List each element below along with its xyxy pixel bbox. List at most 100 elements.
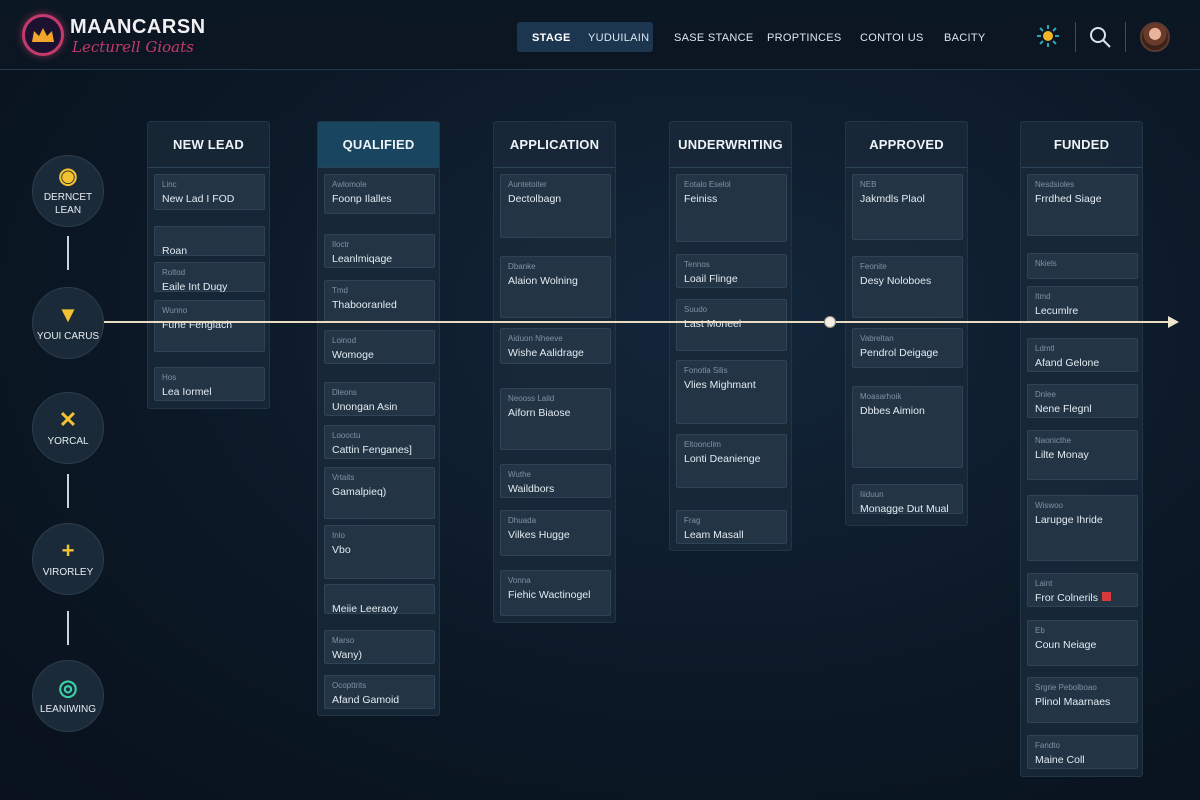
card-title: Foonp Ilalles: [332, 193, 392, 205]
crown-icon: [32, 28, 54, 42]
lead-card[interactable]: Moasarhoik Dbbes Aimion: [852, 386, 963, 468]
rail-node-leaniwing[interactable]: ◎ LEANIWING: [32, 660, 104, 732]
card-meta: Hos: [162, 373, 177, 382]
lead-card[interactable]: Vrtaits Gamalpieq): [324, 467, 435, 519]
column-header[interactable]: NEW LEAD: [148, 122, 269, 168]
lead-card[interactable]: Vabreltan Pendrol Deigage: [852, 328, 963, 368]
lead-card[interactable]: Eb Coun Neiage: [1027, 620, 1138, 666]
column-funded: FUNDED Nesdsioles Frrdhed Siage Nkiels Itmd L…: [1020, 121, 1143, 777]
lead-card[interactable]: Nkiels: [1027, 253, 1138, 279]
lead-card[interactable]: Fandto Maine Coll: [1027, 735, 1138, 769]
lead-card[interactable]: Itmd Lecumlre: [1027, 286, 1138, 322]
lead-card[interactable]: Dnlee Nene Flegnl: [1027, 384, 1138, 418]
lead-card[interactable]: Auntetoiter Dectolbagn: [500, 174, 611, 238]
lead-card[interactable]: Iiiduun Monagge Dut Mual: [852, 484, 963, 515]
card-title: Thabooranled: [332, 299, 397, 311]
card-meta: Ocopttrits: [332, 681, 367, 690]
rail-label: VIRORLEY: [42, 566, 94, 578]
card-meta: Dhuada: [508, 516, 537, 525]
lead-card[interactable]: Dleons Unongan Asin: [324, 382, 435, 416]
rail-connector: [67, 236, 69, 270]
search-icon[interactable]: [1088, 25, 1112, 49]
lead-card[interactable]: Feonite Desy Noloboes: [852, 256, 963, 318]
card-meta: NEB: [860, 180, 877, 189]
lead-card[interactable]: Ocopttrits Afand Gamoid: [324, 675, 435, 709]
column-header[interactable]: QUALIFIED: [318, 122, 439, 168]
rail-node-youi-carus[interactable]: ▼ YOUI CARUS: [32, 287, 104, 359]
lead-card[interactable]: Dbanke Alaion Wolning: [500, 256, 611, 318]
nav-item-contoi-us[interactable]: CONTOI US: [860, 32, 924, 44]
lead-card[interactable]: Ldmtl Afand Gelone: [1027, 338, 1138, 372]
lead-card[interactable]: Marso Wany): [324, 630, 435, 664]
target-icon: ◎: [58, 674, 78, 700]
lead-card[interactable]: Hos Lea Iormel: [154, 367, 265, 401]
card-title: Afand Gelone: [1035, 357, 1100, 369]
card-meta: Vrtaits: [332, 473, 355, 482]
lead-card[interactable]: Nesdsioles Frrdhed Siage: [1027, 174, 1138, 236]
card-meta: Frag: [684, 516, 701, 525]
timeline-handle[interactable]: [824, 316, 836, 328]
nav-item-yuduilain[interactable]: YUDUILAIN: [588, 32, 649, 44]
nav-item-stage[interactable]: STAGE: [532, 32, 571, 44]
lead-card[interactable]: Tmd Thabooranled: [324, 280, 435, 322]
lead-card[interactable]: Naonicthe Lilte Monay: [1027, 430, 1138, 480]
lead-card[interactable]: Aiduon Nheeve Wishe Aalidrage: [500, 328, 611, 364]
rail-connector: [67, 474, 69, 508]
column-header[interactable]: UNDERWRITING: [670, 122, 791, 168]
column-underwriting: UNDERWRITING Eotalo Eselol Feiniss Tennos Lo…: [669, 121, 792, 551]
lead-card[interactable]: Iloctr Leanlmiqage: [324, 234, 435, 268]
card-meta: Roltod: [162, 268, 186, 277]
lead-card[interactable]: Eltoonclim Lonti Deanienge: [676, 434, 787, 488]
lead-card[interactable]: Wiswoo Larupge Ihride: [1027, 495, 1138, 561]
column-header[interactable]: FUNDED: [1021, 122, 1142, 168]
lead-card[interactable]: Neooss Laild Aiforn Biaose: [500, 388, 611, 450]
card-title: Lecumlre: [1035, 305, 1079, 317]
column-header[interactable]: APPLICATION: [494, 122, 615, 168]
card-title: Meiie Leeraoy: [332, 603, 398, 615]
lead-card[interactable]: Loinod Womoge: [324, 330, 435, 364]
card-title: Lonti Deanienge: [684, 453, 761, 465]
rail-node-yorcal[interactable]: ✕ YORCAL: [32, 392, 104, 464]
lead-card[interactable]: Eotalo Eselol Feiniss: [676, 174, 787, 242]
card-meta: Vonna: [508, 576, 531, 585]
card-title: Wany): [332, 649, 362, 661]
lead-card[interactable]: Wuthe Waildbors: [500, 464, 611, 498]
sun-icon[interactable]: [1036, 24, 1060, 48]
card-meta: Inlo: [332, 531, 345, 540]
lead-card[interactable]: Meiie Leeraoy: [324, 584, 435, 615]
nav-item-sase-stance[interactable]: SASE STANCE: [674, 32, 754, 44]
user-avatar[interactable]: [1140, 22, 1170, 52]
rail-node-dernect-lean[interactable]: ◉ DERNCET LEAN: [32, 155, 104, 227]
lead-card[interactable]: Loooctu Cattin Fenganes]: [324, 425, 435, 459]
lead-card[interactable]: Roltod Eaile Int Duqy: [154, 262, 265, 293]
column-header[interactable]: APPROVED: [846, 122, 967, 168]
card-title: Gamalpieq): [332, 486, 387, 498]
nav-item-proptinces[interactable]: PROPTINCES: [767, 32, 842, 44]
lead-card[interactable]: Suudo Last Moneel: [676, 299, 787, 351]
card-title: Waildbors: [508, 483, 555, 495]
lead-card[interactable]: Dhuada Vilkes Hugge: [500, 510, 611, 556]
card-meta: Dleons: [332, 388, 357, 397]
lead-card[interactable]: Tennos Loail Flinge: [676, 254, 787, 288]
top-bar: MAANCARSN Lecturell Gioats STAGE YUDUILA…: [0, 0, 1200, 70]
card-title: Dbbes Aimion: [860, 405, 925, 417]
rail-node-virorley[interactable]: + VIRORLEY: [32, 523, 104, 595]
lead-card[interactable]: Fonotla Silis Vlies Mighmant: [676, 360, 787, 424]
lead-card[interactable]: Laint Fror Colnerils: [1027, 573, 1138, 607]
lead-card[interactable]: Srgrie Pebolboao Plinol Maarnaes: [1027, 677, 1138, 723]
card-title: Nene Flegnl: [1035, 403, 1092, 415]
lead-card[interactable]: Inlo Vbo: [324, 525, 435, 579]
lead-card[interactable]: NEB Jakmdls Plaol: [852, 174, 963, 240]
nav-item-bacity[interactable]: BACITY: [944, 32, 986, 44]
card-meta: Srgrie Pebolboao: [1035, 683, 1097, 692]
card-meta: Moasarhoik: [860, 392, 902, 401]
card-title: Last Moneel: [684, 318, 742, 330]
lead-card[interactable]: Linc New Lad I FOD: [154, 174, 265, 210]
card-title: Leanlmiqage: [332, 253, 393, 265]
lead-card[interactable]: Awlomole Foonp Ilalles: [324, 174, 435, 214]
lead-card[interactable]: Roan: [154, 226, 265, 257]
brand-logo[interactable]: [22, 14, 64, 56]
lead-card[interactable]: Frag Leam Masall: [676, 510, 787, 544]
lead-card[interactable]: Wunno Fune Fengiach: [154, 300, 265, 352]
lead-card[interactable]: Vonna Fiehic Wactinogel: [500, 570, 611, 616]
